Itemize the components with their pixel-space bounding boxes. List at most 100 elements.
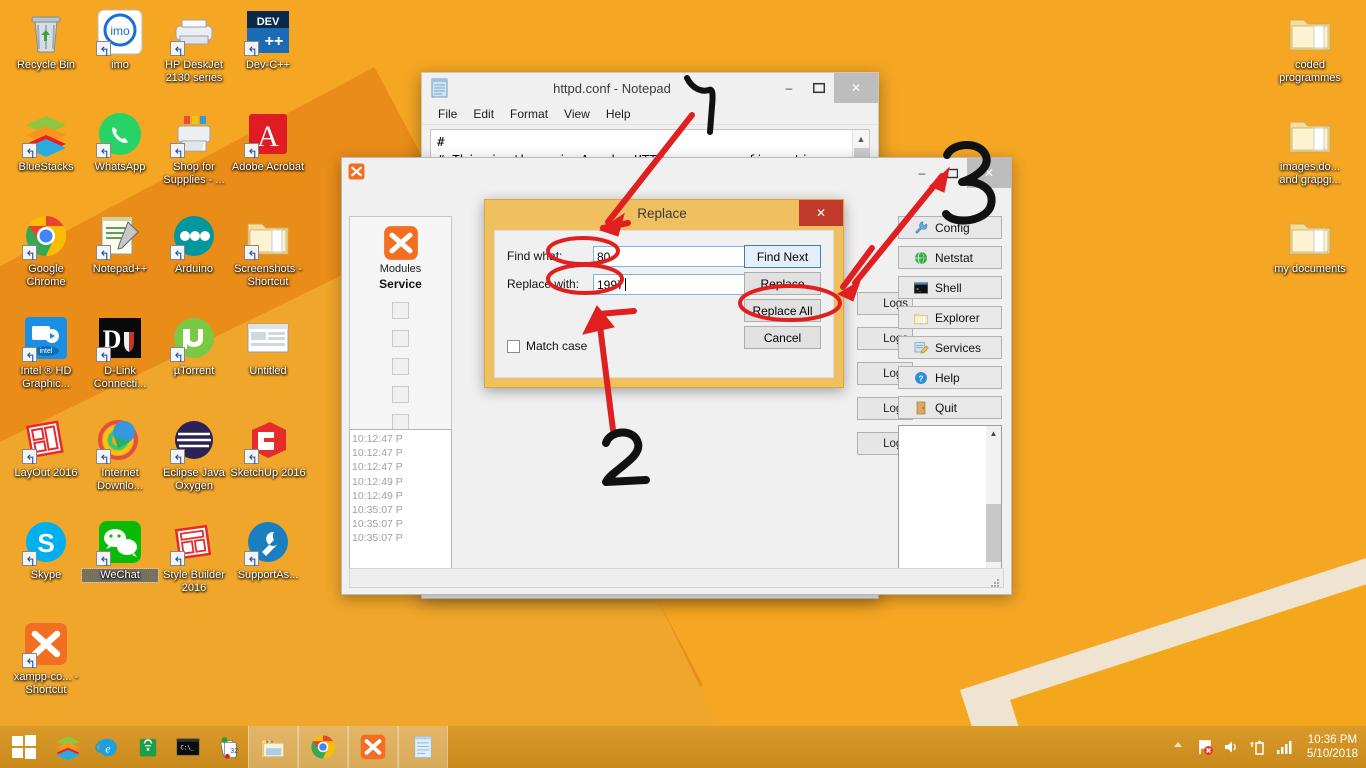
replace-button[interactable]: Replace [744, 272, 821, 295]
find-next-button[interactable]: Find Next [744, 245, 821, 268]
notepad-menu-format[interactable]: Format [502, 105, 556, 123]
desktop-icon-internet-downlo[interactable]: Internet Downlo... [82, 416, 158, 492]
desktop-icon-hp-deskjet-2130-series[interactable]: HP DeskJet 2130 series [156, 8, 232, 84]
notepad-menu-edit[interactable]: Edit [465, 105, 502, 123]
desktop-icon-sketchup-2016[interactable]: SketchUp 2016 [230, 416, 306, 480]
chrome-icon [22, 212, 70, 260]
chevron-up-icon[interactable] [1171, 738, 1189, 756]
xampp-explorer-button[interactable]: Explorer [898, 306, 1002, 329]
desktop-icon-notepad[interactable]: Notepad++ [82, 212, 158, 276]
cancel-button[interactable]: Cancel [744, 326, 821, 349]
desktop-icon-layout-2016[interactable]: LayOut 2016 [8, 416, 84, 480]
flag-alert-icon[interactable] [1197, 738, 1215, 756]
folder-icon [1286, 8, 1334, 56]
match-case-row[interactable]: Match case [507, 339, 587, 353]
notepad-menubar[interactable]: File Edit Format View Help [422, 103, 878, 125]
xampp-netstat-button[interactable]: Netstat [898, 246, 1002, 269]
desktop-icon-bluestacks[interactable]: BlueStacks [8, 110, 84, 174]
desktop-icon-arduino[interactable]: Arduino [156, 212, 232, 276]
notepad-menu-help[interactable]: Help [598, 105, 639, 123]
replace-dialog[interactable]: Replace ✕ Find what: 80 Replace with: 19… [484, 199, 844, 388]
match-case-checkbox[interactable] [507, 339, 520, 353]
xampp-log-time: 10:12:49 P [352, 475, 403, 488]
clock-date: 5/10/2018 [1306, 748, 1358, 760]
desktop-icon-supportas[interactable]: SupportAs... [230, 518, 306, 582]
desktop-icon-images-do-and-grapgi[interactable]: images,do... and grapgi... [1272, 110, 1348, 186]
xampp-service-checkbox-4[interactable] [392, 386, 409, 403]
idm-icon [96, 416, 144, 464]
taskbar-clock[interactable]: 10:36 PM 5/10/2018 [1301, 733, 1358, 761]
desktop-icon-torrent[interactable]: µTorrent [156, 314, 232, 378]
desktop-icon-untitled[interactable]: Untitled [230, 314, 306, 378]
notepad-maximize-button[interactable] [804, 73, 834, 103]
replace-dialog-close-button[interactable]: ✕ [799, 200, 843, 226]
taskbar-item-xampp-control-panel[interactable] [348, 726, 398, 768]
find-what-value: 80 [597, 249, 611, 264]
taskbar-item-file-explorer[interactable] [248, 726, 298, 768]
desktop-icon-recycle-bin[interactable]: Recycle Bin [8, 8, 84, 72]
desktop-icon-shop-for-supplies[interactable]: Shop for Supplies - ... [156, 110, 232, 186]
replace-dialog-titlebar[interactable]: Replace ✕ [485, 200, 843, 226]
xampp-service-checkbox-1[interactable] [392, 302, 409, 319]
xampp-titlebar[interactable]: – ✕ [342, 158, 1011, 188]
xampp-config-button[interactable]: Config [898, 216, 1002, 239]
xampp-output-panel[interactable]: ▲ ▼ [898, 425, 1002, 580]
xampp-resize-grip[interactable] [990, 575, 1000, 587]
xampp-icon [359, 733, 387, 761]
desktop-icon-label: coded programmes [1279, 59, 1341, 84]
notepad-menu-view[interactable]: View [556, 105, 598, 123]
notepad-titlebar[interactable]: httpd.conf - Notepad – ✕ [422, 73, 878, 103]
desktop-icon-screenshots-shortcut[interactable]: Screenshots - Shortcut [230, 212, 306, 288]
taskbar[interactable]: e C:\_ 32 10:36 PM 5/10/2018 [0, 726, 1366, 768]
desktop[interactable]: Recycle Bin imo imo HP DeskJet 2130 series D… [0, 0, 1366, 768]
xampp-services-button[interactable]: Services [898, 336, 1002, 359]
xampp-scroll-up-arrow[interactable]: ▲ [986, 426, 1001, 441]
xampp-service-checkbox-3[interactable] [392, 358, 409, 375]
start-button[interactable] [0, 726, 48, 768]
taskbar-item-bluestacks[interactable] [48, 726, 88, 768]
desktop-icon-label: µTorrent [173, 365, 215, 377]
desktop-icon-label: Eclipse Java Oxygen [163, 467, 225, 492]
desktop-icon-d-link-connecti[interactable]: D D-Link Connecti... [82, 314, 158, 390]
desktop-icon-dev-c[interactable]: DEV ++ Dev-C++ [230, 8, 306, 72]
desktop-icon-my-documents[interactable]: my documents [1272, 212, 1348, 276]
notepad-scroll-up-arrow[interactable]: ▲ [853, 130, 870, 147]
signal-icon[interactable] [1275, 738, 1293, 756]
desktop-icon-whatsapp[interactable]: WhatsApp [82, 110, 158, 174]
system-tray[interactable]: 10:36 PM 5/10/2018 [1171, 733, 1366, 761]
desktop-icon-eclipse-java-oxygen[interactable]: Eclipse Java Oxygen [156, 416, 232, 492]
xampp-output-scrollbar[interactable]: ▲ ▼ [986, 426, 1001, 579]
xampp-quit-button[interactable]: Quit [898, 396, 1002, 419]
battery-icon[interactable] [1249, 738, 1267, 756]
desktop-icon-adobe-acrobat[interactable]: A Adobe Acrobat [230, 110, 306, 174]
desktop-icon-wechat[interactable]: WeChat [81, 518, 159, 583]
notepad-minimize-button[interactable]: – [774, 73, 804, 103]
xampp-scroll-thumb[interactable] [986, 504, 1001, 562]
xampp-shell-button[interactable]: >_ Shell [898, 276, 1002, 299]
replace-all-button[interactable]: Replace All [744, 299, 821, 322]
speaker-icon[interactable] [1223, 738, 1241, 756]
desktop-icon-label: BlueStacks [18, 161, 74, 173]
svg-text:D: D [103, 325, 122, 354]
desktop-icon-style-builder-2016[interactable]: Style Builder 2016 [156, 518, 232, 594]
desktop-icon-coded-programmes[interactable]: coded programmes [1272, 8, 1348, 84]
notepad-close-button[interactable]: ✕ [834, 73, 878, 103]
desktop-icon-intel-hd-graphic[interactable]: intel Intel ® HD Graphic... [8, 314, 84, 390]
notepad-window-controls[interactable]: – ✕ [774, 73, 878, 103]
taskbar-item-internet-explorer[interactable]: e [88, 726, 128, 768]
desktop-icon-skype[interactable]: S Skype [8, 518, 84, 582]
xampp-service-checkbox-2[interactable] [392, 330, 409, 347]
notepad-menu-file[interactable]: File [430, 105, 465, 123]
taskbar-item-store[interactable] [128, 726, 168, 768]
desktop-icon-imo[interactable]: imo imo [82, 8, 158, 72]
desktop-icon-xampp-co-shortcut[interactable]: xampp-co... - Shortcut [8, 620, 84, 696]
xampp-log-time: 10:35:07 P [352, 504, 403, 517]
xampp-help-button[interactable]: ? Help [898, 366, 1002, 389]
taskbar-item-notepad[interactable] [398, 726, 448, 768]
desktop-icon-label: images,do... and grapgi... [1279, 161, 1341, 186]
taskbar-item-command-prompt[interactable]: C:\_ [168, 726, 208, 768]
xampp-log-timestamps: 10:12:47 P 10:12:47 P 10:12:47 P 10:12:49 P… [349, 429, 452, 574]
taskbar-item-google-chrome[interactable] [298, 726, 348, 768]
desktop-icon-google-chrome[interactable]: Google Chrome [8, 212, 84, 288]
taskbar-item-games[interactable]: 32 [208, 726, 248, 768]
